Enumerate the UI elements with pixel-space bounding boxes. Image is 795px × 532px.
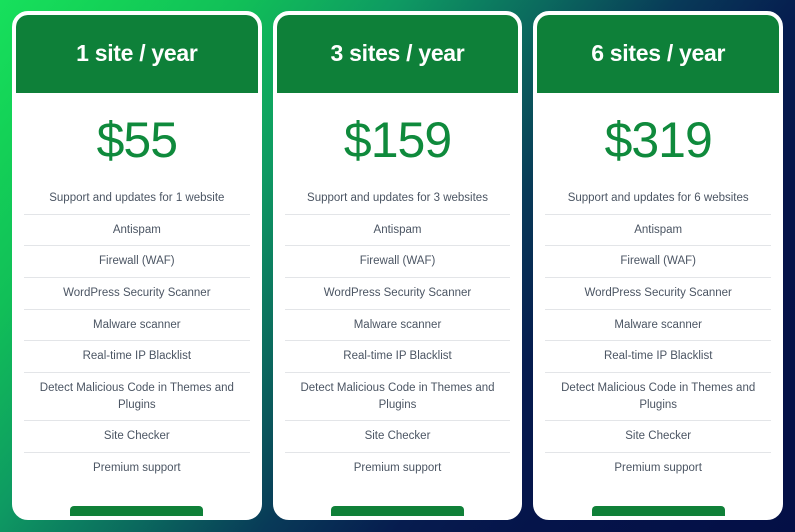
feature-list: Support and updates for 6 websites Antis…	[545, 183, 772, 484]
plan-body: $319 Support and updates for 6 websites …	[537, 93, 780, 516]
plan-footer: CHOOSE PLAN	[545, 484, 771, 516]
feature-item: Malware scanner	[284, 310, 511, 342]
plan-header-3-sites: 3 sites / year	[276, 15, 519, 93]
feature-item: WordPress Security Scanner	[284, 278, 511, 310]
plan-title: 1 site / year	[76, 40, 198, 67]
feature-item: Detect Malicious Code in Themes and Plug…	[24, 373, 250, 422]
feature-item: Premium support	[93, 462, 181, 475]
feature-item: Support and updates for 3 websites	[284, 183, 511, 215]
feature-item: Firewall (WAF)	[284, 246, 511, 279]
choose-plan-button[interactable]: CHOOSE PLAN	[70, 505, 204, 516]
plan-price: $55	[96, 112, 178, 168]
choose-plan-button[interactable]: CHOOSE PLAN	[330, 505, 465, 516]
plan-card-1-site: 1 site / year $55 Support and updates fo…	[12, 11, 262, 520]
plan-title: 3 sites / year	[330, 40, 465, 67]
plan-header-6-sites: 6 sites / year	[537, 15, 780, 93]
plan-footer: CHOOSE PLAN	[24, 484, 250, 516]
plan-price: $319	[604, 112, 713, 168]
feature-item: Firewall (WAF)	[24, 246, 250, 279]
feature-item: Detect Malicious Code in Themes and Plug…	[545, 373, 772, 422]
feature-item: Real-time IP Blacklist	[24, 341, 250, 374]
feature-item: Detect Malicious Code in Themes and Plug…	[284, 373, 511, 422]
choose-plan-button[interactable]: CHOOSE PLAN	[591, 505, 725, 516]
plan-card-3-sites: 3 sites / year $159 Support and updates …	[272, 11, 523, 520]
feature-item: Premium support	[614, 462, 702, 475]
feature-item: Site Checker	[545, 421, 772, 454]
pricing-table: 1 site / year $55 Support and updates fo…	[0, 0, 795, 532]
feature-item: Real-time IP Blacklist	[284, 341, 511, 374]
feature-list: Support and updates for 1 website Antisp…	[24, 183, 250, 484]
feature-item: Malware scanner	[24, 310, 250, 342]
plan-body: $55 Support and updates for 1 website An…	[16, 93, 258, 516]
feature-item: Antispam	[24, 215, 250, 247]
feature-item: Support and updates for 1 website	[24, 183, 250, 215]
feature-item: Antispam	[545, 215, 772, 247]
plan-card-6-sites: 6 sites / year $319 Support and updates …	[533, 11, 784, 520]
feature-item: WordPress Security Scanner	[545, 278, 772, 310]
feature-item: Antispam	[284, 215, 511, 247]
plan-body: $159 Support and updates for 3 websites …	[276, 93, 519, 516]
feature-item: Support and updates for 6 websites	[545, 183, 772, 215]
feature-item: Site Checker	[284, 421, 511, 454]
feature-item: WordPress Security Scanner	[24, 278, 250, 310]
feature-item: Real-time IP Blacklist	[545, 341, 772, 374]
plan-header-1-site: 1 site / year	[16, 15, 258, 93]
feature-list: Support and updates for 3 websites Antis…	[284, 183, 511, 484]
plan-price: $159	[343, 112, 452, 168]
feature-item: Firewall (WAF)	[545, 246, 772, 279]
plan-title: 6 sites / year	[591, 40, 726, 67]
feature-item: Malware scanner	[545, 310, 772, 342]
feature-item: Premium support	[353, 462, 442, 475]
feature-item: Site Checker	[24, 421, 250, 454]
plan-footer: CHOOSE PLAN	[285, 484, 511, 516]
